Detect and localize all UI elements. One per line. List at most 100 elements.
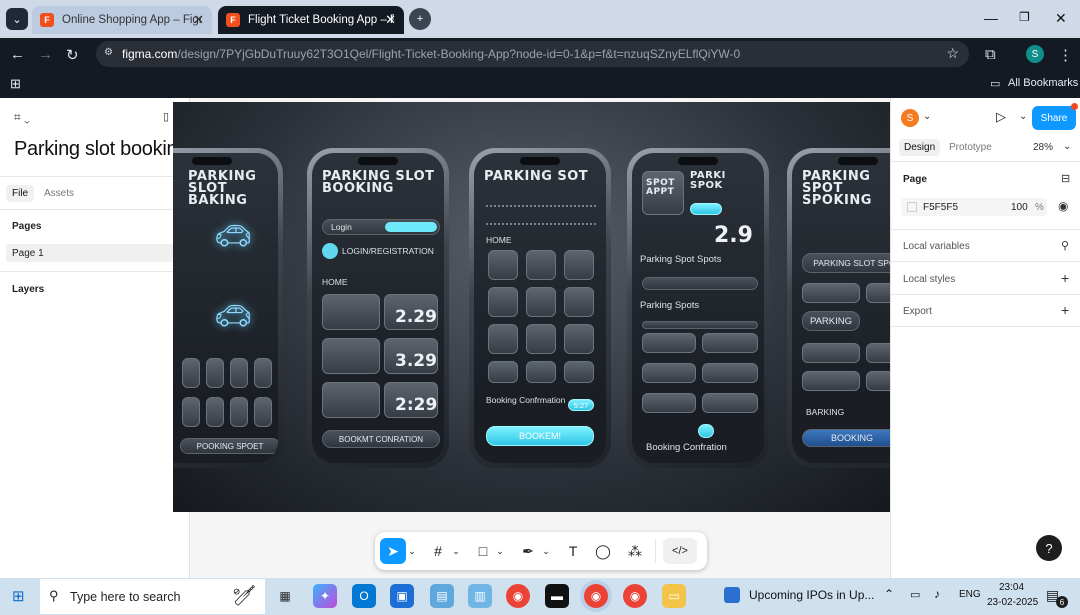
restore-icon[interactable]: ❐ xyxy=(1019,10,1030,24)
parking-spots-label: Parking Spots xyxy=(640,300,700,311)
site-settings-icon[interactable]: ⚙ xyxy=(104,47,116,59)
slot-tile xyxy=(564,361,594,383)
clock-date[interactable]: 23-02-2025 xyxy=(987,597,1038,608)
parking-app-artwork[interactable]: PARKING SLOT BAKING 🚗︎ 🚗︎ POOKING SPOET … xyxy=(173,102,891,512)
new-tab-plus-icon[interactable]: + xyxy=(409,8,431,30)
browser-tab-strip: ⌄ F Online Shopping App – Figma ✕ F Flig… xyxy=(0,0,1080,38)
tab-online-shopping[interactable]: F Online Shopping App – Figma ✕ xyxy=(32,6,212,34)
chrome-profile-icon[interactable]: ◉ xyxy=(623,584,647,608)
profile-avatar[interactable]: S xyxy=(1026,45,1044,63)
divider xyxy=(891,294,1080,295)
page-color-field[interactable]: F5F5F5 100 % xyxy=(901,198,1047,216)
frame-tool-icon[interactable]: # xyxy=(425,538,451,564)
user-avatar[interactable]: S xyxy=(901,109,919,127)
forward-arrow-icon[interactable]: → xyxy=(38,46,53,63)
value-text: 2.9 xyxy=(714,223,753,248)
chevron-down-icon[interactable]: ⌄ xyxy=(495,538,505,564)
page-row-page-1[interactable]: Page 1 xyxy=(6,244,184,262)
close-icon[interactable]: ✕ xyxy=(385,12,396,28)
tab-assets[interactable]: Assets xyxy=(44,188,74,199)
windows-start-icon[interactable]: ⊞ xyxy=(12,587,25,605)
zoom-level[interactable]: 28% xyxy=(1033,142,1053,153)
slot-tile xyxy=(564,324,594,354)
chevron-down-icon[interactable]: ⌄ xyxy=(1019,111,1027,122)
tab-design[interactable]: Design xyxy=(899,139,941,156)
menu-kebab-icon[interactable]: ⋮ xyxy=(1058,46,1073,64)
chrome-profile-icon[interactable]: ◉ xyxy=(584,584,608,608)
terminal-icon[interactable]: ▬ xyxy=(545,584,569,608)
task-view-icon[interactable]: ▦ xyxy=(273,584,297,608)
booking-confirmation-label: Booking Confrmation xyxy=(486,395,566,405)
extensions-icon[interactable]: ⧉ xyxy=(985,46,996,63)
bookmark-star-icon[interactable]: ☆ xyxy=(946,45,959,62)
color-hex[interactable]: F5F5F5 xyxy=(923,202,958,213)
file-explorer-icon[interactable]: ▭ xyxy=(662,584,686,608)
tab-file[interactable]: File xyxy=(6,185,35,202)
booking-button: POOKING SPOET xyxy=(180,438,278,454)
reload-icon[interactable]: ↻ xyxy=(66,46,79,64)
car-card xyxy=(802,371,860,391)
phone-screen: PARKING SLOT BAKING 🚗︎ 🚗︎ POOKING SPOET xyxy=(173,153,278,463)
rectangle-tool-icon[interactable]: □ xyxy=(470,538,496,564)
speaker-icon[interactable]: ♪ xyxy=(934,587,940,601)
dev-mode-code-icon[interactable]: </> xyxy=(663,538,697,564)
search-placeholder: Type here to search xyxy=(70,589,181,604)
export-label[interactable]: Export xyxy=(903,306,932,317)
file-title[interactable]: Parking slot booking xyxy=(14,138,188,161)
help-button[interactable]: ? xyxy=(1036,535,1062,561)
value-text: 2.29 xyxy=(395,307,437,327)
opacity-value[interactable]: 100 xyxy=(1011,202,1028,213)
add-export-plus-icon[interactable]: + xyxy=(1061,302,1069,318)
app-icon[interactable]: ▤ xyxy=(430,584,454,608)
news-icon[interactable] xyxy=(724,587,740,603)
windows-taskbar: ⊞ ⚲ Type here to search 🏏︎ ▦ ✦ O ▣ ▤ ▥ ◉… xyxy=(0,578,1080,615)
clock-time[interactable]: 23:04 xyxy=(999,582,1024,593)
taskbar-search[interactable]: ⚲ Type here to search 🏏︎ xyxy=(40,579,265,614)
present-play-icon[interactable]: ▷ xyxy=(996,109,1006,125)
tab-title: Online Shopping App – Figma xyxy=(62,14,202,26)
outlook-icon[interactable]: O xyxy=(352,584,376,608)
news-headline[interactable]: Upcoming IPOs in Up... xyxy=(749,588,874,602)
language-indicator[interactable]: ENG xyxy=(959,589,981,600)
battery-icon[interactable]: ▭ xyxy=(910,588,920,601)
phone-title: PARKING SLOT BAKING xyxy=(188,169,257,208)
url-input[interactable]: ⚙ figma.com/design/7PYjGbDuTruuy62T3O1Qe… xyxy=(96,41,969,67)
color-swatch[interactable] xyxy=(907,202,917,212)
text-tool-icon[interactable]: T xyxy=(560,538,586,564)
share-button[interactable]: Share xyxy=(1032,106,1076,130)
copilot-icon[interactable]: ✦ xyxy=(313,584,337,608)
local-variables-label[interactable]: Local variables xyxy=(903,241,970,252)
components-tool-icon[interactable]: ⁂ xyxy=(622,538,648,564)
store-icon[interactable]: ▣ xyxy=(390,584,414,608)
all-bookmarks[interactable]: All Bookmarks xyxy=(1008,77,1078,89)
tab-flight-ticket[interactable]: F Flight Ticket Booking App – Fig ✕ xyxy=(218,6,404,34)
chevron-down-icon[interactable]: ⌄ xyxy=(541,538,551,564)
app-icon[interactable]: ▥ xyxy=(468,584,492,608)
minimize-icon[interactable]: — xyxy=(984,10,998,26)
move-tool-cursor-icon[interactable]: ➤ xyxy=(380,538,406,564)
back-arrow-icon[interactable]: ← xyxy=(10,46,25,63)
chevron-down-icon[interactable]: ⌄ xyxy=(1063,141,1071,152)
cricket-widget-icon[interactable]: 🏏︎ xyxy=(232,583,257,608)
close-window-icon[interactable]: ✕ xyxy=(1055,10,1067,27)
comment-tool-icon[interactable]: ◯ xyxy=(590,538,616,564)
close-icon[interactable]: ✕ xyxy=(193,12,204,28)
add-style-plus-icon[interactable]: + xyxy=(1061,270,1069,286)
tab-prototype[interactable]: Prototype xyxy=(949,142,992,153)
apps-grid-icon[interactable]: ⊞ xyxy=(10,76,21,92)
local-styles-label[interactable]: Local styles xyxy=(903,274,955,285)
eye-icon[interactable]: ◉ xyxy=(1058,199,1068,213)
figma-menu-icon[interactable]: ⌗ ⌄ xyxy=(14,110,30,125)
variables-icon[interactable]: ⚲ xyxy=(1061,239,1069,252)
page-options-icon[interactable]: ⊟ xyxy=(1061,172,1070,185)
chevron-down-icon[interactable]: ⌄ xyxy=(407,538,417,564)
chevron-down-icon[interactable]: ⌄ xyxy=(451,538,461,564)
chrome-icon[interactable]: ◉ xyxy=(506,584,530,608)
pen-tool-icon[interactable]: ✒ xyxy=(515,538,541,564)
panel-toggle-icon[interactable]: ▯ xyxy=(163,110,169,123)
chevron-down-icon[interactable]: ⌄ xyxy=(923,111,931,122)
chevron-up-icon[interactable]: ⌃ xyxy=(884,587,894,601)
tab-search-icon[interactable]: ⌄ xyxy=(6,8,28,30)
slot-tile xyxy=(182,397,200,427)
slot-tile xyxy=(206,397,224,427)
